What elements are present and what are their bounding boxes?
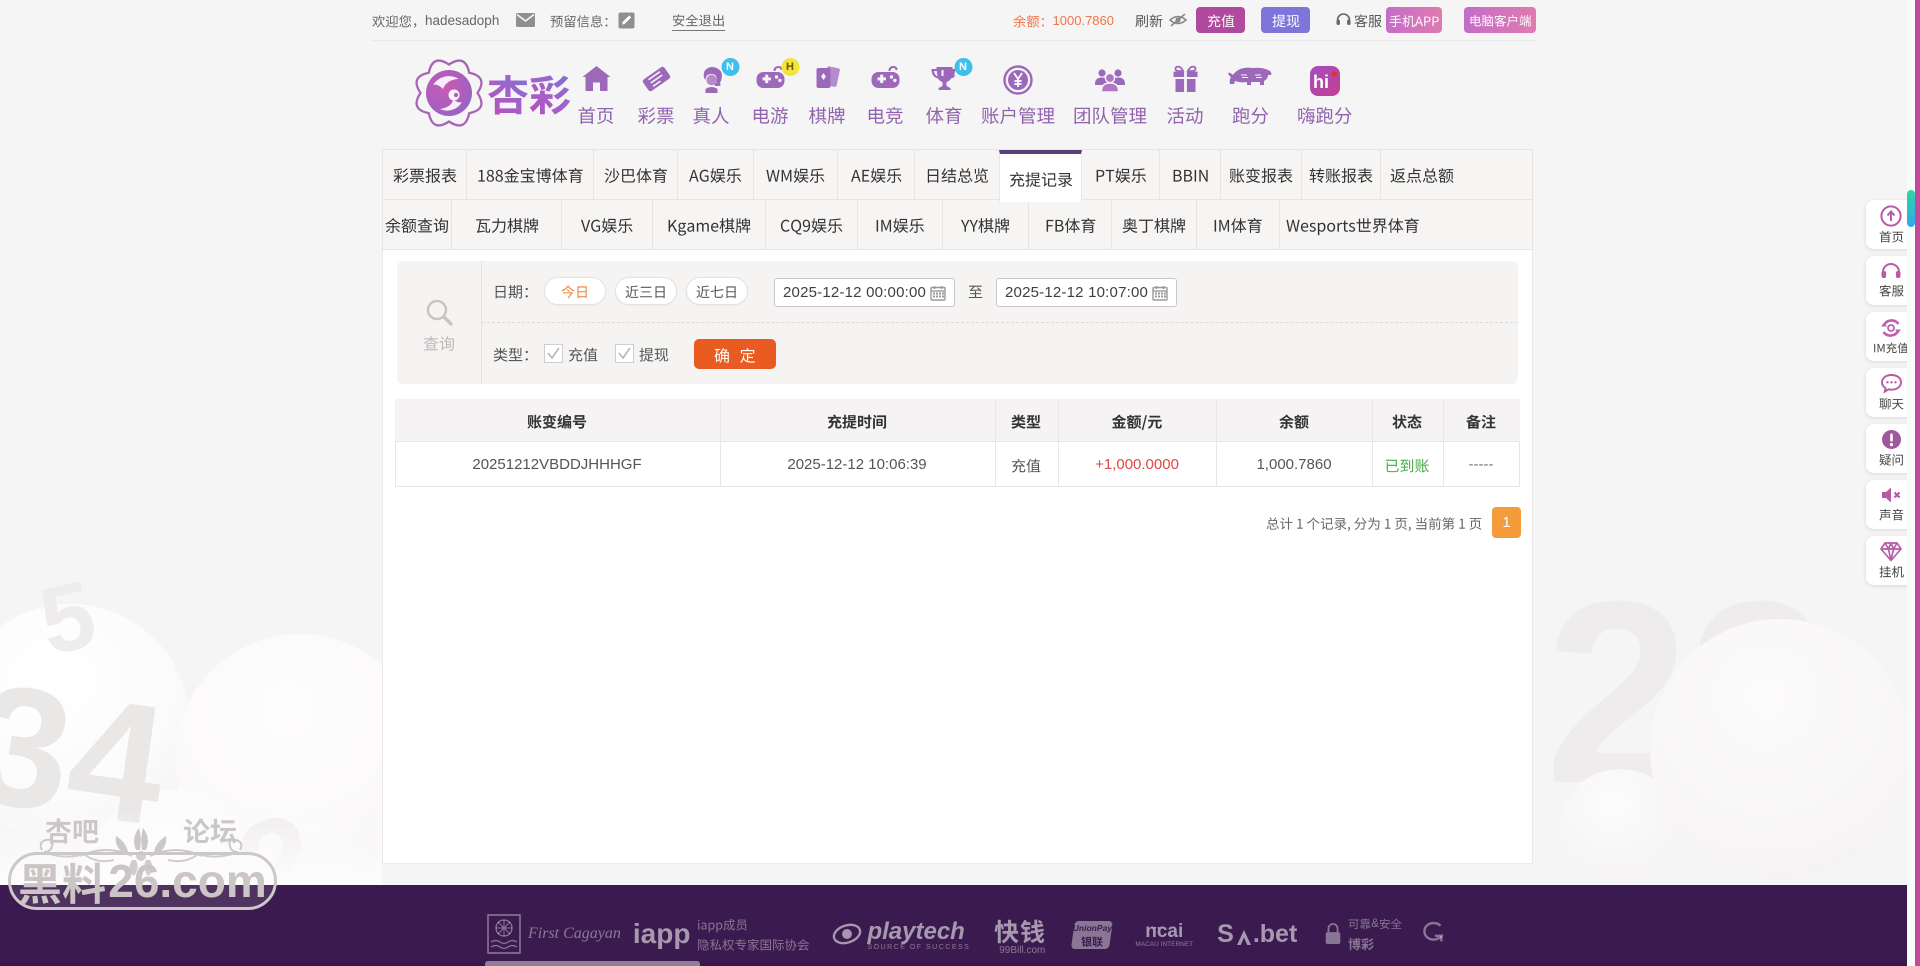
svg-text:hi: hi xyxy=(1313,72,1329,92)
